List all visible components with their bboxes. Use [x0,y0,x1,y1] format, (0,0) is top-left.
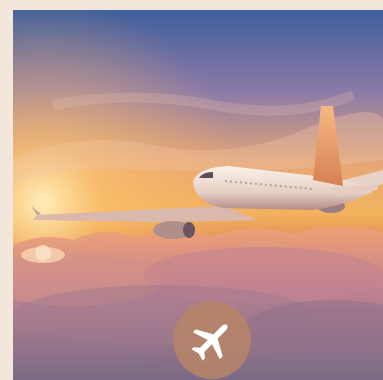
hero-image-card[interactable] [13,10,383,380]
flight-badge-button[interactable] [173,301,251,379]
page-background [0,0,383,380]
airplane-icon [191,324,228,361]
